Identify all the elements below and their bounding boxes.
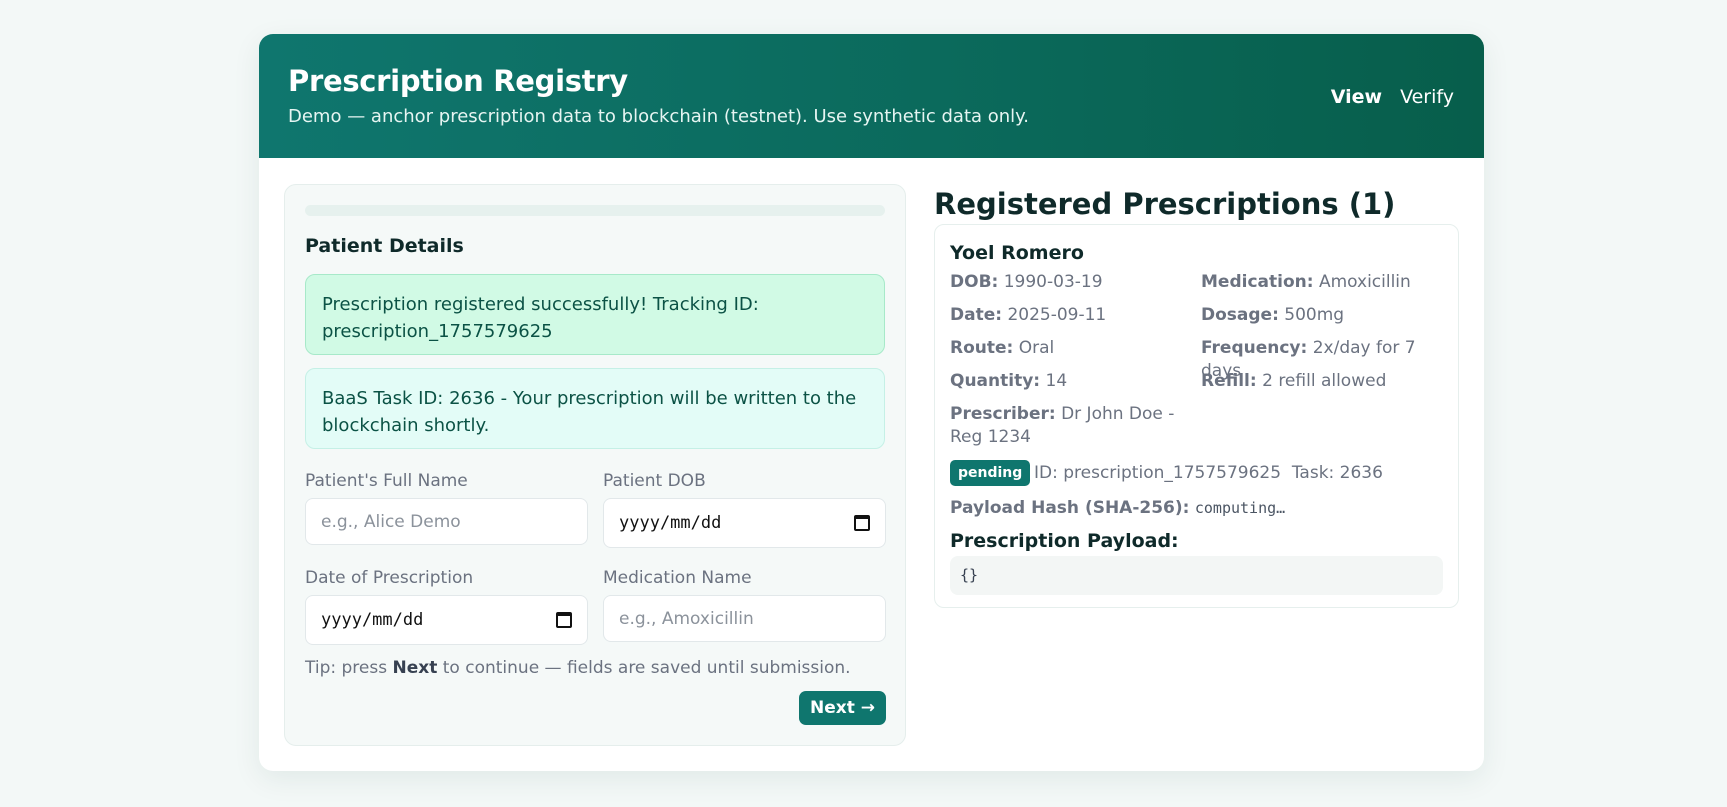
prescription-meta: ID: prescription_1757579625 Task: 2636 (1034, 463, 1383, 483)
success-alert: Prescription registered successfully! Tr… (305, 274, 885, 355)
medication-field: Medication: Amoxicillin (1201, 272, 1411, 292)
dob-field: DOB: 1990-03-19 (950, 272, 1103, 292)
prescription-card: Yoel Romero DOB: 1990-03-19 Medication: … (934, 224, 1459, 608)
prescription-date-input[interactable]: yyyy/mm/dd (305, 595, 588, 645)
top-nav: View Verify (1331, 86, 1454, 108)
prescription-date-label: Date of Prescription (305, 568, 474, 588)
route-field: Route: Oral (950, 338, 1055, 358)
patient-dob-input[interactable]: yyyy/mm/dd (603, 498, 886, 548)
form-progress-bar (305, 205, 885, 216)
medication-name-label: Medication Name (603, 568, 752, 588)
quantity-field: Quantity: 14 (950, 371, 1068, 391)
dosage-field: Dosage: 500mg (1201, 305, 1345, 325)
date-field: Date: 2025-09-11 (950, 305, 1107, 325)
prescriber-field: Prescriber: Dr John Doe - Reg 1234 (950, 404, 1175, 447)
payload-hash: Payload Hash (SHA-256): computing… (950, 498, 1286, 518)
status-badge: pending (950, 460, 1031, 486)
prescription-date-value: yyyy/mm/dd (321, 610, 424, 630)
patient-dob-value: yyyy/mm/dd (619, 513, 722, 533)
patient-name: Yoel Romero (950, 242, 1084, 264)
payload-title: Prescription Payload: (950, 530, 1179, 552)
patient-dob-label: Patient DOB (603, 471, 706, 491)
header-banner: Prescription Registry Demo — anchor pres… (259, 34, 1484, 158)
patient-name-label: Patient's Full Name (305, 471, 468, 491)
prescription-form: Patient Details Prescription registered … (284, 184, 906, 746)
medication-name-input[interactable]: e.g., Amoxicillin (603, 595, 886, 642)
registry-title: Registered Prescriptions (1) (934, 187, 1396, 221)
form-tip: Tip: press Next to continue — fields are… (305, 658, 851, 678)
section-title: Patient Details (305, 235, 464, 257)
calendar-icon[interactable] (854, 515, 870, 531)
calendar-icon[interactable] (556, 612, 572, 628)
nav-view-link[interactable]: View (1331, 86, 1382, 108)
refill-field: Refill: 2 refill allowed (1201, 371, 1387, 391)
page-subtitle: Demo — anchor prescription data to block… (288, 106, 1029, 127)
app-window: Prescription Registry Demo — anchor pres… (259, 34, 1484, 771)
payload-code-block: {} (950, 556, 1443, 595)
page-title: Prescription Registry (288, 64, 628, 98)
next-button[interactable]: Next → (799, 691, 886, 725)
info-alert: BaaS Task ID: 2636 - Your prescription w… (305, 368, 885, 449)
nav-verify-link[interactable]: Verify (1400, 86, 1454, 108)
patient-name-input[interactable]: e.g., Alice Demo (305, 498, 588, 545)
